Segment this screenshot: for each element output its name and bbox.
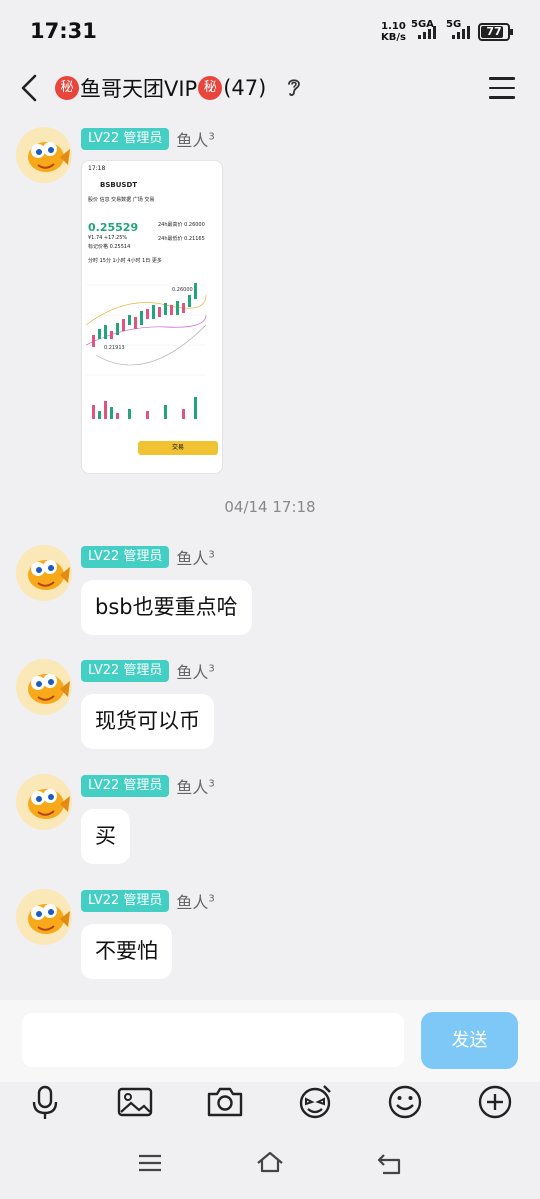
avatar[interactable]: [16, 889, 72, 945]
status-time: 17:31: [30, 19, 97, 43]
thumb-time: 17:18: [88, 165, 106, 172]
emoji-icon[interactable]: [385, 1082, 425, 1122]
role-badge: LV22 管理员: [81, 660, 170, 682]
system-navigation: [0, 1125, 540, 1199]
avatar[interactable]: [16, 545, 72, 601]
thumb-pair: BSBUSDT: [100, 181, 138, 189]
thumb-low-label: 0.21913: [104, 345, 125, 351]
composer: 发送: [0, 1000, 540, 1082]
home-icon[interactable]: [256, 1151, 284, 1173]
sender-meta: LV22 管理员 鱼人3: [81, 659, 215, 683]
sticker-icon[interactable]: [295, 1082, 335, 1122]
image-message[interactable]: 17:18 BSBUSDT 股价 信息 交易数据 广场 交易 0.25529 ¥…: [81, 160, 223, 474]
chat-header: 秘 鱼哥天团VIP 秘 (47): [0, 62, 540, 114]
thumb-price: 0.25529: [88, 221, 139, 234]
status-bar: 17:31 1.10 KB/s 5GA 5G 77: [0, 0, 540, 62]
thumb-change: ¥1.74 +17.25%: [88, 235, 128, 241]
camera-icon[interactable]: [205, 1082, 245, 1122]
plus-icon[interactable]: [475, 1082, 515, 1122]
thumb-volume: [92, 397, 197, 419]
composer-toolbar: [0, 1082, 540, 1122]
sender-name[interactable]: 鱼人3: [176, 889, 214, 913]
thumb-tabs: 股价 信息 交易数据 广场 交易: [88, 197, 155, 203]
signal-bars-1-icon: [418, 26, 436, 39]
message-bubble[interactable]: 不要怕: [81, 924, 172, 979]
sender-name[interactable]: 鱼人3: [176, 774, 214, 798]
sender-name[interactable]: 鱼人3: [176, 659, 214, 683]
image-icon[interactable]: [115, 1082, 155, 1122]
network-speed: 1.10 KB/s: [381, 21, 406, 43]
avatar[interactable]: [16, 127, 72, 183]
send-button[interactable]: 发送: [421, 1012, 518, 1069]
thumb-mark: 标记价格 0.25514: [88, 244, 131, 250]
member-count: (47): [223, 76, 267, 100]
back-nav-icon[interactable]: [377, 1153, 403, 1175]
menu-icon[interactable]: [489, 77, 515, 99]
sender-meta: LV22 管理员 鱼人3: [81, 545, 215, 569]
signal-bars-2-icon: [452, 26, 470, 39]
chat-title[interactable]: 秘 鱼哥天团VIP 秘 (47): [54, 74, 266, 102]
message-bubble[interactable]: bsb也要重点哈: [81, 580, 252, 635]
secret-badge-icon: 秘: [198, 76, 223, 100]
role-badge: LV22 管理员: [81, 546, 170, 568]
thumb-high: 24h最高价 0.26000: [158, 222, 205, 228]
message-bubble[interactable]: 现货可以币: [81, 694, 214, 749]
sender-meta: LV22 管理员 鱼人3: [81, 774, 215, 798]
sender-meta: LV22 管理员 鱼人3: [81, 889, 215, 913]
back-arrow-icon[interactable]: [18, 74, 42, 102]
message-bubble[interactable]: 买: [81, 809, 130, 864]
thumb-periods: 分时 15分 1小时 4小时 1日 更多: [88, 258, 162, 264]
timestamp: 04/14 17:18: [224, 498, 316, 516]
thumb-trade-button: 交易: [138, 441, 218, 455]
role-badge: LV22 管理员: [81, 775, 170, 797]
avatar[interactable]: [16, 659, 72, 715]
role-badge: LV22 管理员: [81, 890, 170, 912]
avatar[interactable]: [16, 774, 72, 830]
sender-name[interactable]: 鱼人3: [176, 127, 214, 151]
sender-name[interactable]: 鱼人3: [176, 545, 214, 569]
thumb-low: 24h最低价 0.21165: [158, 236, 205, 242]
thumb-chart: 0.26000 0.21913: [86, 283, 207, 419]
earpiece-mode-icon[interactable]: [286, 76, 302, 98]
message-input[interactable]: [22, 1013, 404, 1067]
thumb-high-label: 0.26000: [172, 287, 193, 293]
sender-meta: LV22 管理员 鱼人3: [81, 127, 215, 151]
battery-icon: 77: [478, 23, 513, 41]
recent-apps-icon[interactable]: [138, 1153, 162, 1173]
role-badge: LV22 管理员: [81, 128, 170, 150]
mic-icon[interactable]: [25, 1082, 65, 1122]
group-name: 鱼哥天团VIP: [80, 77, 198, 101]
secret-badge-icon: 秘: [55, 76, 79, 100]
